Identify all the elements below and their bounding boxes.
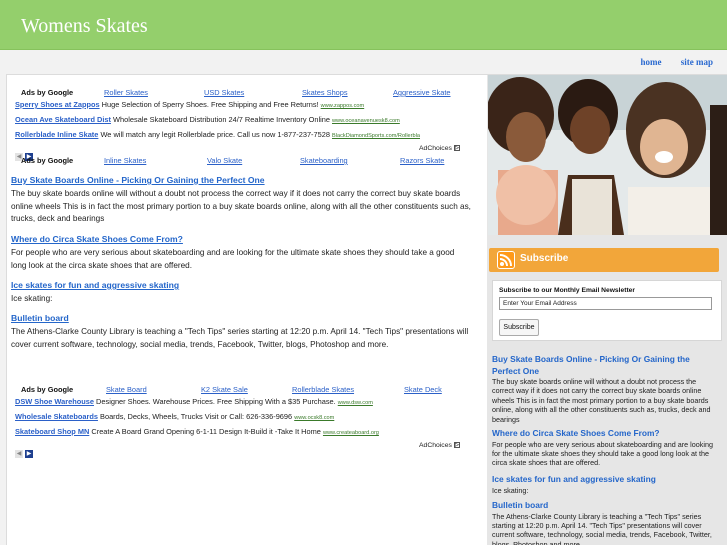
ad-link[interactable]: USD Skates — [204, 88, 244, 97]
ad-title[interactable]: Ocean Ave Skateboard Dist — [15, 115, 111, 124]
ad-url[interactable]: www.oceanavenuesk8.com — [332, 118, 400, 124]
sidebar-article-title[interactable]: Bulletin board — [492, 500, 720, 512]
subscribe-bar[interactable]: Subscribe — [489, 248, 719, 272]
ad-text: We will match any legit Rollerblade pric… — [100, 130, 330, 139]
subscribe-button[interactable]: Subscribe — [499, 319, 539, 336]
ad-url[interactable]: www.ocsk8.com — [294, 415, 334, 421]
ad-url[interactable]: www.createaboard.org — [323, 430, 379, 436]
article-body: The buy skate boards online will without… — [11, 189, 471, 224]
article-title[interactable]: Ice skates for fun and aggressive skatin… — [11, 280, 471, 290]
ad-link[interactable]: K2 Skate Sale — [201, 385, 248, 394]
ad-item: Ocean Ave Skateboard Dist Wholesale Skat… — [15, 115, 400, 124]
article: Buy Skate Boards Online - Picking Or Gai… — [11, 175, 471, 226]
article: Bulletin board The Athens-Clarke County … — [11, 313, 471, 351]
ad-item: Wholesale Skateboards Boards, Decks, Whe… — [15, 412, 334, 421]
next-arrow-icon[interactable]: ▶ — [25, 450, 33, 458]
ad-link[interactable]: Razors Skate — [400, 156, 444, 165]
ad-title[interactable]: Rollerblade Inline Skate — [15, 130, 98, 139]
ad-link[interactable]: Aggressive Skate — [393, 88, 451, 97]
sidebar-article-body: Ice skating: — [492, 485, 529, 495]
ad-item: DSW Shoe Warehouse Designer Shoes. Wareh… — [15, 397, 373, 406]
nav-home-link[interactable]: home — [641, 57, 662, 67]
sidebar-article: Buy Skate Boards Online - Picking Or Gai… — [492, 354, 720, 424]
ad-link[interactable]: Rollerblade Skates — [292, 385, 354, 394]
adchoices-label: AdChoices — [419, 145, 452, 152]
prev-arrow-icon[interactable]: ◀ — [15, 450, 23, 458]
ad-link[interactable]: Inline Skates — [104, 156, 146, 165]
article-title[interactable]: Buy Skate Boards Online - Picking Or Gai… — [11, 175, 471, 185]
subscribe-label: Subscribe — [520, 253, 569, 264]
ad-title[interactable]: Wholesale Skateboards — [15, 412, 98, 421]
article-body: The Athens-Clarke County Library is teac… — [11, 327, 469, 349]
sidebar-article-body: For people who are very serious about sk… — [492, 439, 713, 468]
adchoices-icon: ▷ — [453, 442, 460, 449]
ad-text: Designer Shoes. Warehouse Prices. Free S… — [96, 397, 336, 406]
newsletter-form: Subscribe to our Monthly Email Newslette… — [492, 280, 722, 341]
site-header: Womens Skates — [0, 0, 727, 50]
sidebar-article-body: The buy skate boards online will without… — [492, 377, 711, 424]
article: Where do Circa Skate Shoes Come From? Fo… — [11, 234, 471, 272]
ad-item: Rollerblade Inline Skate We will match a… — [15, 130, 420, 139]
ad-pager: ◀ ▶ — [15, 442, 35, 460]
rss-icon — [497, 251, 515, 269]
adchoices-icon: ▷ — [453, 145, 460, 152]
email-input[interactable]: Enter Your Email Address — [499, 297, 712, 310]
sidebar-article: Bulletin board The Athens-Clarke County … — [492, 500, 720, 545]
ads-by-google-label: Ads by Google — [21, 385, 74, 394]
article-title[interactable]: Bulletin board — [11, 313, 471, 323]
ads-by-google-label: Ads by Google — [21, 156, 74, 165]
hero-image — [488, 75, 727, 235]
article-title[interactable]: Where do Circa Skate Shoes Come From? — [11, 234, 471, 244]
sidebar-article-title[interactable]: Where do Circa Skate Shoes Come From? — [492, 428, 720, 440]
ad-link[interactable]: Skate Board — [106, 385, 147, 394]
top-nav: home site map — [624, 57, 714, 67]
ad-link[interactable]: Skate Deck — [404, 385, 442, 394]
sidebar-article-title[interactable]: Ice skates for fun and aggressive skatin… — [492, 474, 720, 486]
sidebar-article: Where do Circa Skate Shoes Come From? Fo… — [492, 428, 720, 468]
adchoices[interactable]: AdChoices ▷ — [419, 145, 460, 152]
nav-site-map-link[interactable]: site map — [681, 57, 713, 67]
ad-title[interactable]: DSW Shoe Warehouse — [15, 397, 94, 406]
ad-text: Create A Board Grand Opening 6-1-11 Desi… — [91, 427, 321, 436]
ad-url[interactable]: BlackDiamondSports.com/Rollerbla — [332, 133, 420, 139]
ads-by-google-label: Ads by Google — [21, 88, 74, 97]
ad-text: Boards, Decks, Wheels, Trucks Visit or C… — [100, 412, 293, 421]
ad-url[interactable]: www.zappos.com — [321, 103, 365, 109]
sidebar-article-body: The Athens-Clarke County Library is teac… — [492, 511, 712, 545]
ad-text: Wholesale Skateboard Distribution 24/7 R… — [113, 115, 330, 124]
site-title[interactable]: Womens Skates — [21, 15, 148, 38]
article-body: Ice skating: — [11, 294, 53, 303]
ad-text: Huge Selection of Sperry Shoes. Free Shi… — [101, 100, 319, 109]
ad-link[interactable]: Skates Shops — [302, 88, 348, 97]
ad-item: Skateboard Shop MN Create A Board Grand … — [15, 427, 379, 436]
sidebar-article: Ice skates for fun and aggressive skatin… — [492, 474, 720, 495]
sidebar-article-title[interactable]: Buy Skate Boards Online - Picking Or Gai… — [492, 354, 720, 377]
ad-url[interactable]: www.dsw.com — [338, 400, 373, 406]
ad-link[interactable]: Valo Skate — [207, 156, 242, 165]
adchoices[interactable]: AdChoices ▷ — [419, 442, 460, 449]
article: Ice skates for fun and aggressive skatin… — [11, 280, 471, 306]
ad-link[interactable]: Roller Skates — [104, 88, 148, 97]
adchoices-label: AdChoices — [419, 442, 452, 449]
article-body: For people who are very serious about sk… — [11, 248, 455, 270]
ad-link[interactable]: Skateboarding — [300, 156, 348, 165]
hero-photo — [488, 75, 727, 235]
ad-item: Sperry Shoes at Zappos Huge Selection of… — [15, 100, 364, 109]
ad-title[interactable]: Sperry Shoes at Zappos — [15, 100, 100, 109]
newsletter-title: Subscribe to our Monthly Email Newslette… — [499, 287, 636, 294]
ad-title[interactable]: Skateboard Shop MN — [15, 427, 89, 436]
